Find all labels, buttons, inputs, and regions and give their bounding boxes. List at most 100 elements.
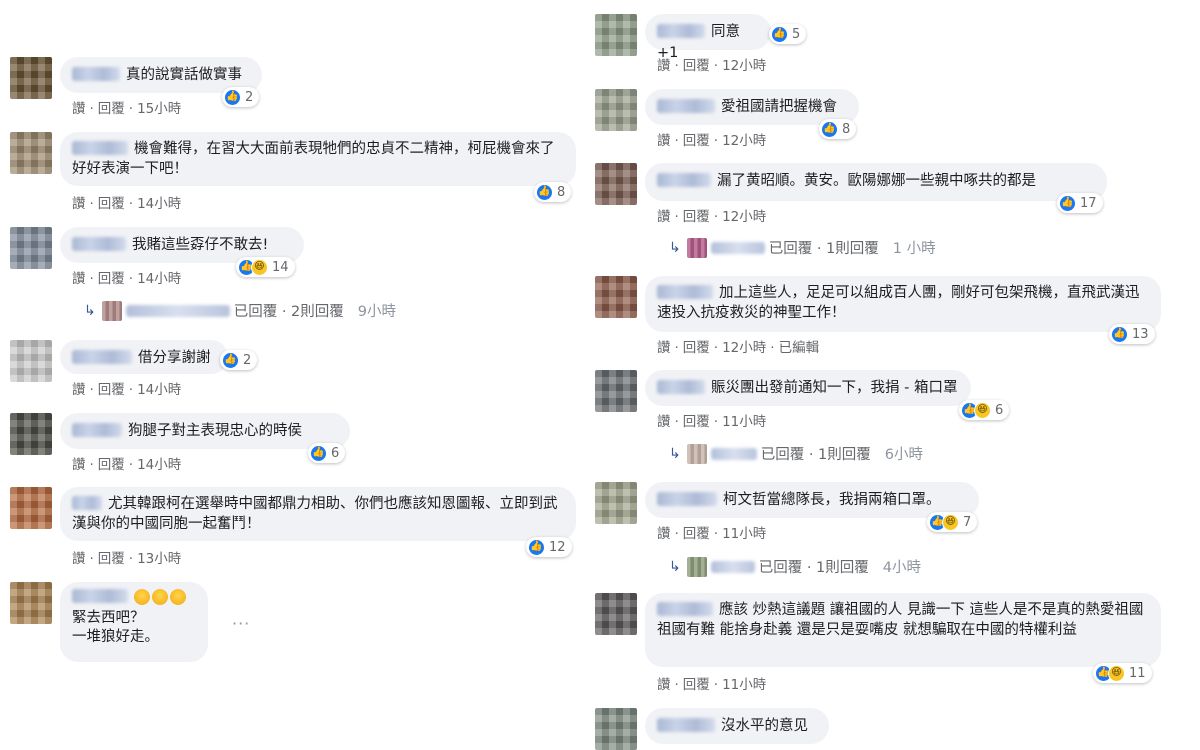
replies-count[interactable]: 已回覆 · 1則回覆 [759,556,869,577]
avatar[interactable] [10,57,52,99]
avatar[interactable] [10,582,52,624]
reply-link[interactable]: 回覆 [98,457,125,473]
reaction-summary[interactable]: 👍 2 [220,350,258,370]
commenter-name[interactable] [72,350,132,364]
timestamp[interactable]: 14小時 [137,457,181,473]
avatar[interactable] [595,482,637,524]
like-link[interactable]: 讚 [72,382,86,398]
avatar[interactable] [10,132,52,174]
commenter-name[interactable] [657,99,715,113]
replies-count[interactable]: 已回覆 · 1則回覆 [769,237,879,258]
timestamp[interactable]: 12小時 [722,58,766,74]
reply-time: 4小時 [882,560,922,576]
commenter-name[interactable] [657,602,713,616]
reaction-summary[interactable]: 👍 2 [222,87,260,107]
commenter-name[interactable] [657,718,715,732]
timestamp[interactable]: 11小時 [722,414,766,430]
reaction-summary[interactable]: 👍 12 [526,537,572,557]
avatar[interactable] [595,593,637,635]
timestamp[interactable]: 14小時 [137,271,181,287]
reply-link[interactable]: 回覆 [683,209,710,225]
like-link[interactable]: 讚 [72,101,86,117]
like-link[interactable]: 讚 [657,414,671,430]
comment-bubble: 加上這些人，足足可以組成百人團，剛好可包架飛機，直飛武漢迅速投入抗疫救災的神聖工… [645,276,1161,332]
replier-name [710,560,755,573]
view-replies[interactable]: ↳ 已回覆 · 1則回覆 4小時 [669,556,921,577]
timestamp[interactable]: 12小時 [722,209,766,225]
commenter-name[interactable] [72,423,122,437]
avatar[interactable] [10,340,52,382]
reaction-summary[interactable]: 👍 😆 6 [959,400,1010,420]
reaction-summary[interactable]: 👍 😆 11 [1093,663,1152,683]
timestamp[interactable]: 13小時 [137,551,181,567]
avatar[interactable] [10,413,52,455]
reply-link[interactable]: 回覆 [683,340,710,356]
view-replies[interactable]: ↳ 已回覆 · 1則回覆 6小時 [669,443,923,464]
reply-link[interactable]: 回覆 [683,526,710,542]
like-link[interactable]: 讚 [72,271,86,287]
like-link[interactable]: 讚 [657,677,671,693]
timestamp[interactable]: 14小時 [137,196,181,212]
timestamp[interactable]: 14小時 [137,382,181,398]
reaction-summary[interactable]: 👍 8 [819,119,857,139]
avatar[interactable] [595,370,637,412]
avatar[interactable] [595,89,637,131]
like-link[interactable]: 讚 [657,133,671,149]
timestamp[interactable]: 11小時 [722,526,766,542]
view-replies[interactable]: ↳ 已回覆 · 2則回覆 9小時 [84,300,396,321]
replier-name [710,447,757,460]
commenter-name[interactable] [657,173,711,187]
reply-link[interactable]: 回覆 [98,382,125,398]
timestamp[interactable]: 11小時 [722,677,766,693]
comment-bubble: 同意+1 [645,14,771,61]
timestamp[interactable]: 12小時 [722,340,766,356]
avatar[interactable] [595,276,637,318]
reply-link[interactable]: 回覆 [683,414,710,430]
like-link[interactable]: 讚 [657,209,671,225]
commenter-name[interactable] [72,589,128,603]
reply-link[interactable]: 回覆 [98,101,125,117]
like-link[interactable]: 讚 [72,196,86,212]
avatar[interactable] [595,708,637,750]
reaction-summary[interactable]: 👍 5 [769,24,807,44]
like-link[interactable]: 讚 [657,58,671,74]
commenter-name[interactable] [657,380,705,394]
avatar[interactable] [595,163,637,205]
reply-link[interactable]: 回覆 [98,196,125,212]
commenter-name[interactable] [72,67,120,81]
commenter-name[interactable] [657,285,713,299]
view-replies[interactable]: ↳ 已回覆 · 1則回覆 1 小時 [669,237,936,258]
reaction-summary[interactable]: 👍 17 [1057,193,1103,213]
replies-count[interactable]: 已回覆 · 1則回覆 [761,443,871,464]
commenter-name[interactable] [72,237,126,251]
replier-name [710,241,765,254]
commenter-name[interactable] [72,496,102,510]
reaction-summary[interactable]: 👍 8 [534,182,572,202]
like-reaction-icon: 👍 [771,25,788,43]
reply-link[interactable]: 回覆 [98,271,125,287]
commenter-name[interactable] [657,492,717,506]
reaction-summary[interactable]: 👍 6 [308,443,346,463]
like-reaction-icon: 👍 [222,351,239,369]
avatar[interactable] [10,227,52,269]
replies-count[interactable]: 已回覆 · 2則回覆 [234,300,344,321]
like-link[interactable]: 讚 [657,526,671,542]
avatar[interactable] [595,14,637,56]
commenter-name[interactable] [72,141,128,155]
comment-bubble: 狗腿子對主表現忠心的時侯 [60,413,350,449]
reply-link[interactable]: 回覆 [683,133,710,149]
like-link[interactable]: 讚 [657,340,671,356]
like-link[interactable]: 讚 [72,551,86,567]
commenter-name[interactable] [657,24,705,38]
avatar[interactable] [10,487,52,529]
reaction-summary[interactable]: 👍 😆 7 [927,512,978,532]
reply-link[interactable]: 回覆 [683,677,710,693]
reaction-summary[interactable]: 👍 😆 14 [236,257,295,277]
like-link[interactable]: 讚 [72,457,86,473]
reply-link[interactable]: 回覆 [683,58,710,74]
more-options-icon[interactable]: ··· [232,614,250,633]
reply-link[interactable]: 回覆 [98,551,125,567]
timestamp[interactable]: 15小時 [137,101,181,117]
timestamp[interactable]: 12小時 [722,133,766,149]
reaction-summary[interactable]: 👍 13 [1109,324,1155,344]
